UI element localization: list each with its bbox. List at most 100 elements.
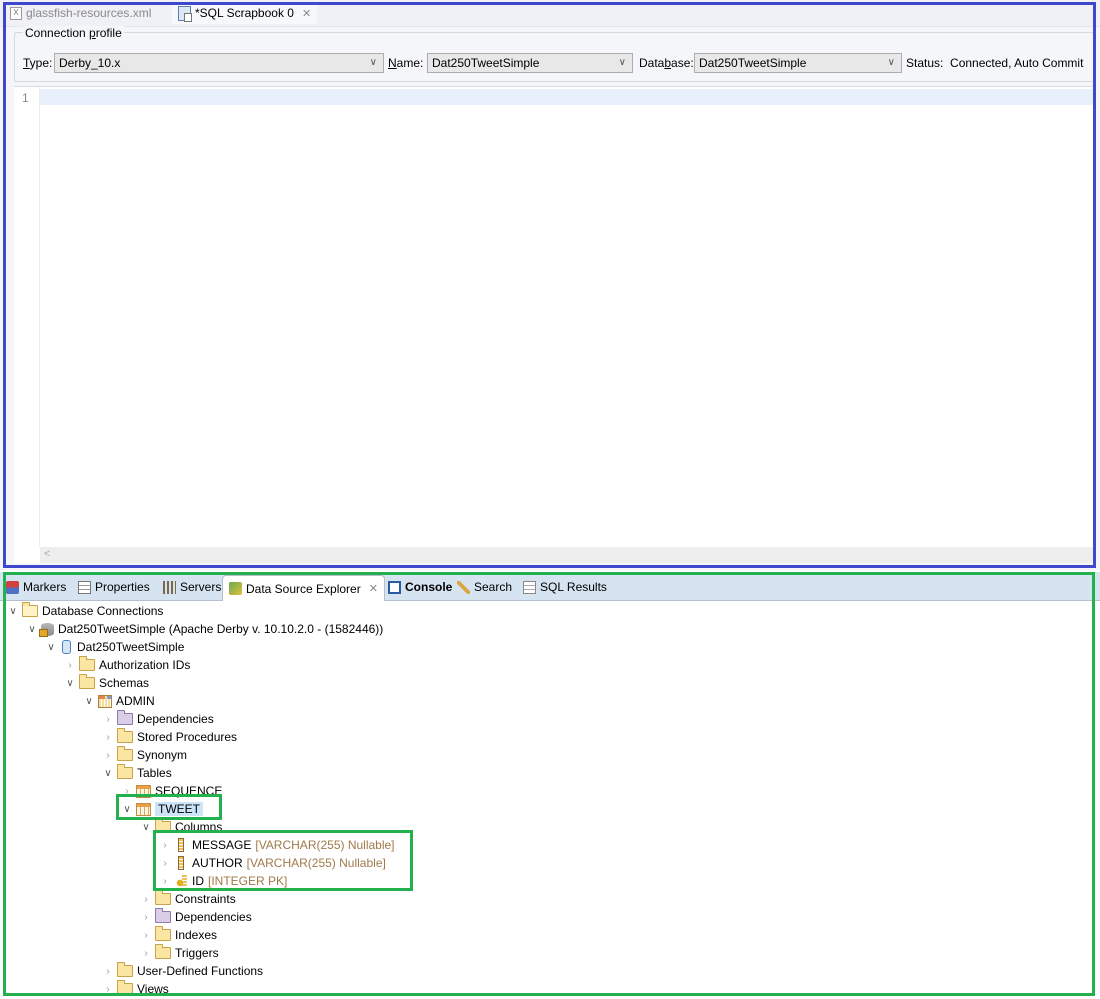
tree-item-label: Dependencies bbox=[175, 910, 252, 924]
tree-item[interactable]: ∨ Tables bbox=[101, 764, 172, 782]
expand-chevron-down-icon[interactable]: ∨ bbox=[82, 696, 96, 707]
tab-data-source-explorer[interactable]: Data Source Explorer ✕ bbox=[222, 575, 385, 601]
tree-item[interactable]: › Authorization IDs bbox=[63, 656, 190, 674]
tree-item[interactable]: › Synonym bbox=[101, 746, 187, 764]
tab-glassfish-resources[interactable]: X glassfish-resources.xml bbox=[4, 2, 157, 24]
folder-icon bbox=[117, 728, 133, 743]
view-tab-bar: Markers Properties Servers Data Source E… bbox=[0, 572, 1100, 601]
tree-item[interactable]: › Indexes bbox=[139, 926, 217, 944]
collapse-chevron-right-icon[interactable]: › bbox=[101, 750, 115, 761]
tree-item[interactable]: ∨ Dat250TweetSimple (Apache Derby v. 10.1… bbox=[25, 620, 383, 638]
tree-item[interactable]: › Stored Procedures bbox=[101, 728, 237, 746]
data-source-explorer-icon bbox=[229, 582, 242, 595]
collapse-chevron-right-icon[interactable]: › bbox=[139, 894, 153, 905]
tree-item-label: ADMIN bbox=[116, 694, 155, 708]
collapse-chevron-right-icon[interactable]: › bbox=[139, 930, 153, 941]
schema-icon bbox=[98, 694, 112, 708]
tree-item[interactable]: › Constraints bbox=[139, 890, 236, 908]
collapse-chevron-right-icon[interactable]: › bbox=[158, 840, 172, 851]
expand-chevron-down-icon[interactable]: ∨ bbox=[101, 768, 115, 779]
collapse-chevron-right-icon[interactable]: › bbox=[101, 966, 115, 977]
tree-item[interactable]: › AUTHOR [VARCHAR(255) Nullable] bbox=[158, 854, 386, 872]
horizontal-scrollbar[interactable]: < bbox=[40, 547, 1094, 563]
folder-icon bbox=[117, 746, 133, 761]
column-type: [VARCHAR(255) Nullable] bbox=[246, 856, 386, 870]
tree-item-label: Synonym bbox=[137, 748, 188, 762]
tree-item[interactable]: ∨ Database Connections bbox=[6, 602, 163, 620]
tab-sql-scrapbook[interactable]: *SQL Scrapbook 0 ✕ bbox=[172, 2, 318, 24]
folder-icon bbox=[155, 890, 171, 905]
tree-item[interactable]: ∨ Schemas bbox=[63, 674, 149, 692]
tree-item-label: User-Defined Functions bbox=[137, 964, 264, 978]
collapse-chevron-right-icon[interactable]: › bbox=[101, 714, 115, 725]
database-connection-icon bbox=[39, 622, 54, 637]
tree-item[interactable]: › User-Defined Functions bbox=[101, 962, 263, 980]
connection-profile-legend: Connection profile bbox=[23, 26, 124, 40]
collapse-chevron-right-icon[interactable]: › bbox=[101, 732, 115, 743]
tree-item[interactable]: › Dependencies bbox=[139, 908, 252, 926]
collapse-chevron-right-icon[interactable]: › bbox=[101, 984, 115, 995]
tree-item-label: Indexes bbox=[175, 928, 218, 942]
tab-servers[interactable]: Servers bbox=[163, 576, 221, 598]
folder-icon bbox=[155, 908, 171, 923]
properties-icon bbox=[78, 580, 91, 594]
tab-label: Console bbox=[405, 580, 453, 594]
tree-item[interactable]: › Views bbox=[101, 980, 169, 998]
expand-chevron-down-icon[interactable]: ∨ bbox=[6, 606, 20, 617]
tab-label: Search bbox=[474, 580, 513, 594]
expand-chevron-down-icon[interactable]: ∨ bbox=[25, 624, 39, 635]
type-value: Derby_10.x bbox=[59, 56, 121, 70]
database-combo[interactable]: Dat250TweetSimple ∨ bbox=[694, 53, 902, 73]
collapse-chevron-right-icon[interactable]: › bbox=[120, 786, 134, 797]
table-icon bbox=[136, 802, 151, 816]
tree-item[interactable]: ∨ Columns bbox=[139, 818, 222, 836]
expand-chevron-down-icon[interactable]: ∨ bbox=[44, 642, 58, 653]
tree-item[interactable]: ∨ ADMIN bbox=[82, 692, 155, 710]
tab-console[interactable]: Console bbox=[388, 576, 452, 598]
sql-editor[interactable]: 1 < bbox=[14, 86, 1094, 563]
tree-item-label: Dat250TweetSimple bbox=[77, 640, 185, 654]
tree-item-label: Dependencies bbox=[137, 712, 214, 726]
collapse-chevron-right-icon[interactable]: › bbox=[158, 876, 172, 887]
tab-label: Servers bbox=[180, 580, 222, 594]
scroll-left-icon[interactable]: < bbox=[44, 548, 50, 560]
expand-chevron-down-icon[interactable]: ∨ bbox=[120, 804, 134, 815]
name-combo[interactable]: Dat250TweetSimple ∨ bbox=[427, 53, 633, 73]
name-value: Dat250TweetSimple bbox=[432, 56, 540, 70]
close-tab-icon[interactable]: ✕ bbox=[369, 582, 378, 595]
tree-item[interactable]: ∨ Dat250TweetSimple bbox=[44, 638, 184, 656]
tab-label: Data Source Explorer bbox=[246, 581, 361, 596]
status-value: Connected, Auto Commit bbox=[950, 56, 1084, 70]
tree-item[interactable]: › SEQUENCE bbox=[120, 782, 222, 800]
database-value: Dat250TweetSimple bbox=[699, 56, 807, 70]
chevron-down-icon: ∨ bbox=[887, 57, 895, 68]
tree-item-label: Database Connections bbox=[42, 604, 164, 618]
collapse-chevron-right-icon[interactable]: › bbox=[158, 858, 172, 869]
tree-item[interactable]: › Triggers bbox=[139, 944, 219, 962]
tree-item[interactable]: › Dependencies bbox=[101, 710, 214, 728]
collapse-chevron-right-icon[interactable]: › bbox=[139, 948, 153, 959]
primary-key-column-icon bbox=[176, 875, 188, 887]
collapse-chevron-right-icon[interactable]: › bbox=[63, 660, 77, 671]
tree-item[interactable]: › MESSAGE [VARCHAR(255) Nullable] bbox=[158, 836, 395, 854]
type-combo[interactable]: Derby_10.x ∨ bbox=[54, 53, 384, 73]
tab-search[interactable]: Search bbox=[457, 576, 512, 598]
tab-label: glassfish-resources.xml bbox=[26, 6, 152, 20]
tree-item[interactable]: ∨ TWEET bbox=[120, 800, 203, 818]
expand-chevron-down-icon[interactable]: ∨ bbox=[63, 678, 77, 689]
line-number: 1 bbox=[22, 91, 29, 105]
tab-sql-results[interactable]: SQL Results bbox=[523, 576, 607, 598]
collapse-chevron-right-icon[interactable]: › bbox=[139, 912, 153, 923]
tab-markers[interactable]: Markers bbox=[6, 576, 66, 598]
tree-item-label: Dat250TweetSimple (Apache Derby v. 10.10… bbox=[58, 622, 384, 636]
tree-item-label: ID bbox=[192, 874, 204, 888]
tab-properties[interactable]: Properties bbox=[78, 576, 150, 598]
tree-item[interactable]: › ID [INTEGER PK] bbox=[158, 872, 287, 890]
tree-item-label: Constraints bbox=[175, 892, 236, 906]
close-tab-icon[interactable]: ✕ bbox=[302, 7, 311, 20]
column-type: [VARCHAR(255) Nullable] bbox=[255, 838, 395, 852]
folder-icon bbox=[117, 962, 133, 977]
tree-item-label: TWEET bbox=[155, 802, 203, 816]
tree-item-label: Authorization IDs bbox=[99, 658, 191, 672]
expand-chevron-down-icon[interactable]: ∨ bbox=[139, 822, 153, 833]
